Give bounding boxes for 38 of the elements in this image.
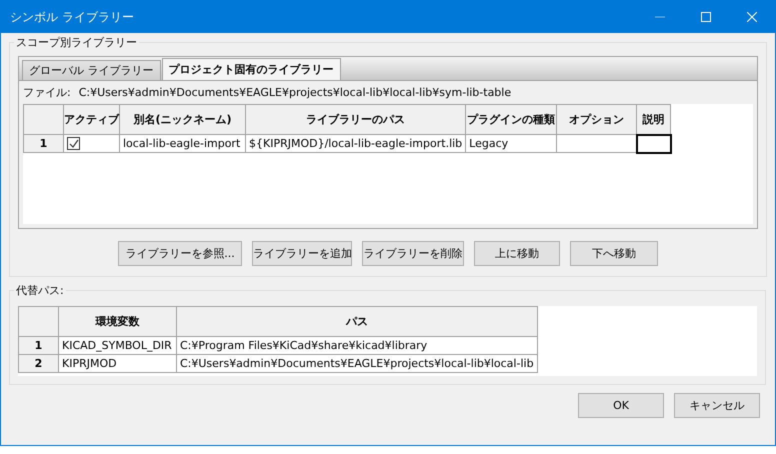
- dialog-button[interactable]: キャンセル: [674, 393, 760, 418]
- corner-cell: [18, 306, 58, 336]
- tab[interactable]: プロジェクト固有のライブラリー: [162, 58, 340, 80]
- table-cell: C:¥Program Files¥KiCad¥share¥kicad¥library: [176, 336, 538, 354]
- action-button[interactable]: 上に移動: [474, 241, 560, 266]
- table-cell: local-lib-eagle-import: [120, 134, 246, 152]
- close-icon: [747, 12, 757, 22]
- group-label: 代替パス:: [15, 283, 65, 298]
- file-label: ファイル:: [23, 85, 71, 100]
- checkbox[interactable]: [67, 137, 80, 150]
- column-header[interactable]: 環境変数: [58, 306, 176, 336]
- table-cell: KIPRJMOD: [58, 354, 176, 372]
- window-title: シンボル ライブラリー: [10, 8, 135, 26]
- table-cell: C:¥Users¥admin¥Documents¥EAGLE¥projects¥local-lib¥local-lib: [176, 354, 538, 372]
- row-number: 2: [18, 354, 58, 372]
- column-header[interactable]: 別名(ニックネーム): [120, 104, 246, 134]
- column-header[interactable]: パス: [176, 306, 538, 336]
- table-cell: KICAD_SYMBOL_DIR: [58, 336, 176, 354]
- column-header[interactable]: プラグインの種類: [466, 104, 557, 134]
- row-number: 1: [24, 134, 64, 152]
- row-number: 1: [18, 336, 58, 354]
- file-path: C:¥Users¥admin¥Documents¥EAGLE¥projects¥local-lib¥local-lib¥sym-lib-table: [78, 86, 512, 99]
- maximize-icon: [701, 12, 711, 22]
- column-header[interactable]: オプション: [556, 104, 637, 134]
- group-label: スコープ別ライブラリー: [15, 35, 138, 50]
- table-cell: ${KIPRJMOD}/local-lib-eagle-import.lib: [246, 134, 466, 152]
- dialog-button[interactable]: OK: [578, 393, 664, 418]
- action-button[interactable]: ライブラリーを追加: [252, 241, 352, 266]
- column-header[interactable]: アクティブ: [64, 104, 120, 134]
- table-cell[interactable]: [636, 134, 671, 152]
- tab[interactable]: グローバル ライブラリー: [22, 60, 160, 80]
- table-cell: Legacy: [466, 134, 557, 152]
- corner-cell: [24, 104, 64, 134]
- action-button[interactable]: 下へ移動: [570, 241, 658, 266]
- column-header[interactable]: 説明: [636, 104, 671, 134]
- column-header[interactable]: ライブラリーのパス: [246, 104, 466, 134]
- action-button[interactable]: ライブラリーを削除: [362, 241, 464, 266]
- action-button[interactable]: ライブラリーを参照...: [118, 241, 242, 266]
